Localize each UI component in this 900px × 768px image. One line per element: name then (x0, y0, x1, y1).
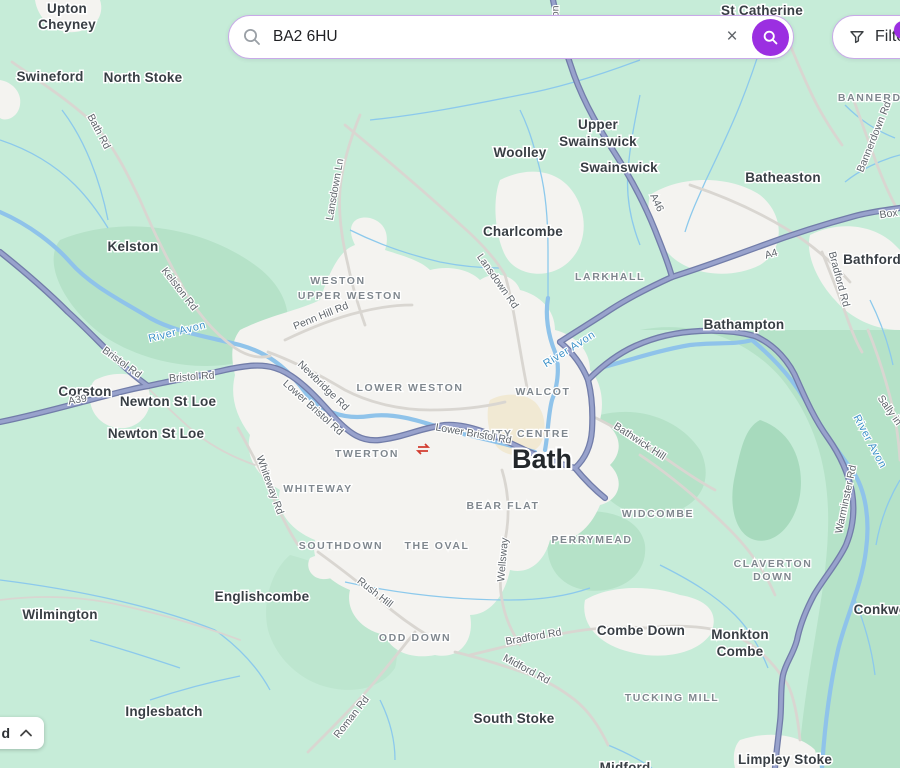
town-label: Combe Down (597, 623, 685, 638)
map-canvas[interactable]: UptonCheyney Swineford North Stoke Kelston C… (0, 0, 900, 768)
district-label: UPPER WESTON (298, 290, 402, 302)
town-label: Batheaston (745, 170, 821, 185)
town-label: Newton St Loe (120, 394, 217, 409)
town-label: Upper (578, 117, 619, 132)
search-icon (242, 27, 262, 47)
district-label: DOWN (753, 571, 793, 583)
town-label: Inglesbatch (125, 704, 202, 719)
chevron-up-icon (19, 728, 33, 738)
town-label: Swineford (16, 69, 83, 84)
district-label: ODD DOWN (379, 632, 451, 644)
town-label: Charlcombe (483, 224, 563, 239)
town-label: North Stoke (104, 70, 183, 85)
district-label: WESTON (310, 275, 366, 287)
town-label: Swainswick (580, 160, 658, 175)
town-label: South Stoke (474, 711, 555, 726)
town-label: Woolley (494, 145, 547, 160)
district-label: CLAVERTON (734, 558, 813, 570)
town-label: Swainswick (559, 134, 637, 149)
town-label: Combe (717, 644, 764, 659)
town-label: Bathford (843, 252, 900, 267)
map-panel-toggle-label: d (1, 725, 10, 741)
town-label: Conkwell (854, 602, 900, 617)
town-label: Cheyney (38, 17, 96, 32)
clear-search-button[interactable]: × (717, 22, 747, 52)
district-label: TWERTON (335, 448, 399, 460)
map-panel-toggle-button[interactable]: d (0, 717, 44, 749)
district-label: WALCOT (515, 386, 570, 398)
town-label: Kelston (108, 239, 159, 254)
town-label: Midford (600, 760, 651, 768)
district-label: SOUTHDOWN (299, 540, 383, 552)
district-label: LOWER WESTON (356, 382, 463, 394)
district-label: PERRYMEAD (551, 534, 632, 546)
town-label: Newton St Loe (108, 426, 205, 441)
search-submit-icon (762, 29, 779, 46)
district-label: BEAR FLAT (466, 500, 539, 512)
search-bar: × (228, 15, 794, 59)
map-page: { "search": { "value": "BA2 6HU", "place… (0, 0, 900, 768)
town-label: Bathampton (704, 317, 785, 332)
search-submit-button[interactable] (752, 19, 789, 56)
town-label: Limpley Stoke (738, 752, 832, 767)
district-label: BANNERDOWN (838, 92, 900, 104)
city-label: Bath (512, 444, 572, 474)
town-label: Monkton (711, 627, 769, 642)
district-label: WIDCOMBE (622, 508, 694, 520)
search-input[interactable] (271, 27, 717, 47)
town-label: Upton (47, 1, 87, 16)
filter-funnel-icon (848, 28, 866, 46)
district-label: TUCKING MILL (625, 692, 719, 704)
filter-button[interactable]: Filter (832, 15, 900, 59)
district-label: THE OVAL (404, 540, 469, 552)
town-label: Englishcombe (215, 589, 310, 604)
district-label: LARKHALL (575, 271, 645, 283)
town-label: Wilmington (22, 607, 97, 622)
district-label: WHITEWAY (283, 483, 353, 495)
